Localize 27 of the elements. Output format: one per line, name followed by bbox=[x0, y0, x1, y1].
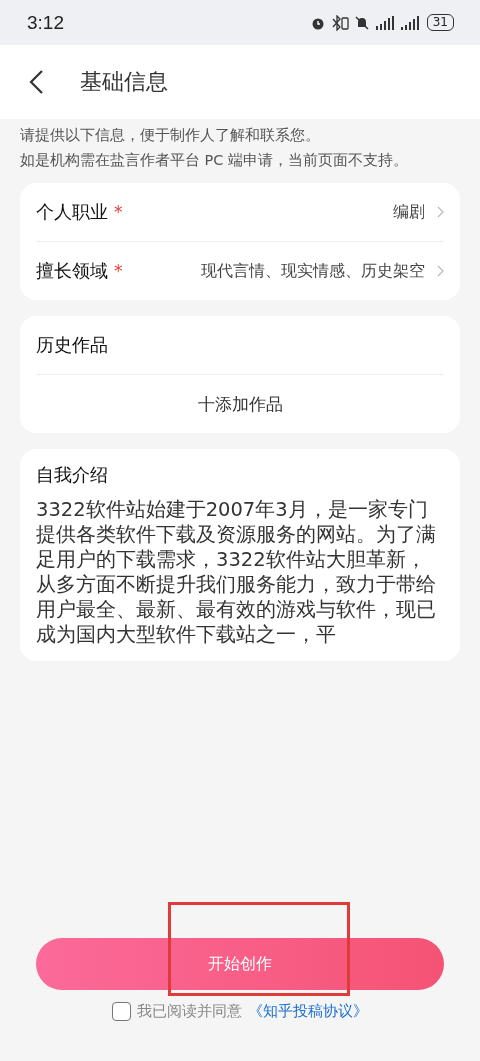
back-icon[interactable] bbox=[28, 69, 44, 95]
notice-text: 如是机构需在盐言作者平台 PC 端申请，当前页面不支持。 bbox=[20, 151, 410, 170]
status-time: 3:12 bbox=[27, 11, 64, 34]
chevron-icon bbox=[437, 265, 444, 277]
agreement-text: 我已阅读并同意 bbox=[137, 1002, 242, 1021]
bluetooth-icon bbox=[330, 14, 349, 31]
form-row[interactable]: 擅长领域 * 现代言情、现实情感、历史架空 bbox=[36, 242, 444, 300]
form-row[interactable]: 个人职业 * 编剧 bbox=[36, 183, 444, 241]
field-value: 编剧 bbox=[393, 201, 425, 223]
section-title: 自我介绍 bbox=[36, 463, 109, 487]
mute-icon bbox=[353, 14, 370, 31]
signal-icon bbox=[374, 15, 395, 30]
agreement-link[interactable]: 《知乎投稿协议》 bbox=[248, 1002, 368, 1021]
page-title: 基础信息 bbox=[80, 68, 168, 96]
intro-text: 3322软件站始建于2007年3月，是一家专门提供各类软件下载及资源服务的网站。为了满足用户的下载需求，3322软件站大胆革新，从多方面不断提升我们服务能力，致力于带给用户最全、最新、最有效的游戏与软件，现已成为国内大型软件下载站之一，平 bbox=[36, 497, 437, 647]
checkbox[interactable] bbox=[112, 1002, 131, 1021]
notice-text: 请提供以下信息，便于制作人了解和联系您。 bbox=[20, 126, 321, 145]
add-work-button[interactable]: 十添加作品 bbox=[36, 375, 444, 433]
field-label: 擅长领域 bbox=[36, 259, 108, 283]
section-title: 历史作品 bbox=[36, 333, 108, 357]
chevron-icon bbox=[437, 206, 444, 218]
signal-icon bbox=[399, 15, 422, 30]
field-label: 个人职业 bbox=[36, 200, 108, 224]
field-value: 现代言情、现实情感、历史架空 bbox=[201, 260, 425, 282]
battery-level: 31 bbox=[426, 14, 454, 31]
required-mark: * bbox=[114, 261, 123, 281]
required-mark: * bbox=[114, 202, 123, 222]
